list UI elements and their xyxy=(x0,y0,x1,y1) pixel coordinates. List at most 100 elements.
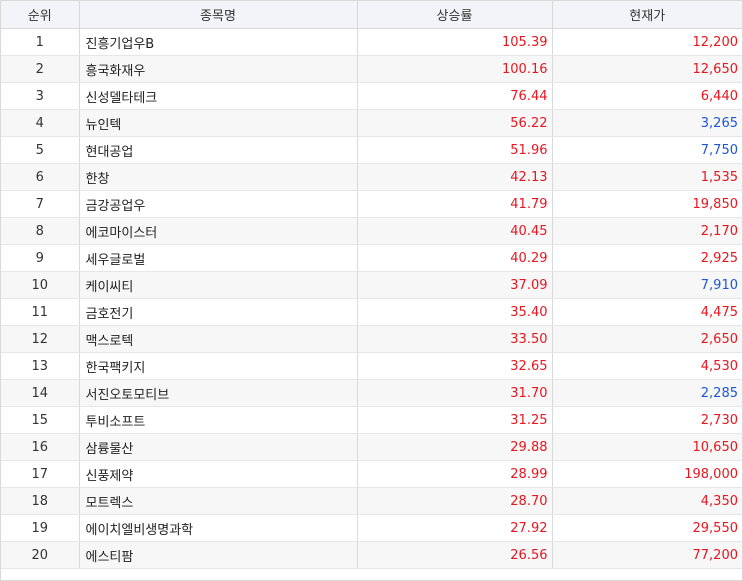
rank-cell: 17 xyxy=(1,460,80,488)
table-row[interactable]: 16 삼륭물산 29.88 10,650 xyxy=(1,433,742,461)
stock-ranking-table: 순위 종목명 상승률 현재가 1 진흥기업우B 105.39 12,200 2 흥국화재우… xyxy=(1,1,742,569)
rank-cell: 13 xyxy=(1,352,80,380)
stock-name-cell[interactable]: 에코마이스터 xyxy=(79,217,358,245)
stock-name-cell[interactable]: 한국팩키지 xyxy=(79,352,358,380)
current-price-cell: 2,650 xyxy=(552,325,742,353)
table-header-row: 순위 종목명 상승률 현재가 xyxy=(1,1,742,29)
rank-cell: 4 xyxy=(1,109,80,137)
current-price-cell: 4,350 xyxy=(552,487,742,515)
stock-ranking-table-container: 순위 종목명 상승률 현재가 1 진흥기업우B 105.39 12,200 2 흥국화재우… xyxy=(0,0,743,581)
change-rate-cell: 40.29 xyxy=(357,244,553,272)
rank-cell: 11 xyxy=(1,298,80,326)
change-rate-cell: 35.40 xyxy=(357,298,553,326)
stock-name-cell[interactable]: 에이치엘비생명과학 xyxy=(79,514,358,542)
rank-cell: 12 xyxy=(1,325,80,353)
change-rate-cell: 32.65 xyxy=(357,352,553,380)
column-header-name[interactable]: 종목명 xyxy=(79,1,358,29)
stock-name-cell[interactable]: 뉴인텍 xyxy=(79,109,358,137)
stock-name-cell[interactable]: 모트렉스 xyxy=(79,487,358,515)
rank-cell: 15 xyxy=(1,406,80,434)
table-row[interactable]: 17 신풍제약 28.99 198,000 xyxy=(1,460,742,488)
change-rate-cell: 37.09 xyxy=(357,271,553,299)
stock-name-cell[interactable]: 신성델타테크 xyxy=(79,82,358,110)
rank-cell: 1 xyxy=(1,28,80,56)
stock-name-cell[interactable]: 투비소프트 xyxy=(79,406,358,434)
current-price-cell: 12,650 xyxy=(552,55,742,83)
table-row[interactable]: 20 에스티팜 26.56 77,200 xyxy=(1,541,742,569)
table-row[interactable]: 14 서진오토모티브 31.70 2,285 xyxy=(1,379,742,407)
rank-cell: 14 xyxy=(1,379,80,407)
rank-cell: 9 xyxy=(1,244,80,272)
stock-name-cell[interactable]: 케이씨티 xyxy=(79,271,358,299)
rank-cell: 18 xyxy=(1,487,80,515)
column-header-rate[interactable]: 상승률 xyxy=(357,1,553,29)
table-row[interactable]: 12 맥스로텍 33.50 2,650 xyxy=(1,325,742,353)
change-rate-cell: 51.96 xyxy=(357,136,553,164)
rank-cell: 7 xyxy=(1,190,80,218)
current-price-cell: 6,440 xyxy=(552,82,742,110)
table-row[interactable]: 8 에코마이스터 40.45 2,170 xyxy=(1,217,742,245)
column-header-rank[interactable]: 순위 xyxy=(1,1,80,29)
table-row[interactable]: 1 진흥기업우B 105.39 12,200 xyxy=(1,28,742,56)
change-rate-cell: 40.45 xyxy=(357,217,553,245)
current-price-cell: 198,000 xyxy=(552,460,742,488)
stock-name-cell[interactable]: 삼륭물산 xyxy=(79,433,358,461)
table-row[interactable]: 2 흥국화재우 100.16 12,650 xyxy=(1,55,742,83)
change-rate-cell: 56.22 xyxy=(357,109,553,137)
current-price-cell: 2,285 xyxy=(552,379,742,407)
change-rate-cell: 76.44 xyxy=(357,82,553,110)
rank-cell: 5 xyxy=(1,136,80,164)
change-rate-cell: 105.39 xyxy=(357,28,553,56)
table-row[interactable]: 7 금강공업우 41.79 19,850 xyxy=(1,190,742,218)
stock-name-cell[interactable]: 금강공업우 xyxy=(79,190,358,218)
stock-name-cell[interactable]: 맥스로텍 xyxy=(79,325,358,353)
current-price-cell: 7,910 xyxy=(552,271,742,299)
table-row[interactable]: 15 투비소프트 31.25 2,730 xyxy=(1,406,742,434)
change-rate-cell: 29.88 xyxy=(357,433,553,461)
current-price-cell: 4,475 xyxy=(552,298,742,326)
current-price-cell: 3,265 xyxy=(552,109,742,137)
table-row[interactable]: 11 금호전기 35.40 4,475 xyxy=(1,298,742,326)
table-row[interactable]: 4 뉴인텍 56.22 3,265 xyxy=(1,109,742,137)
current-price-cell: 2,170 xyxy=(552,217,742,245)
table-row[interactable]: 18 모트렉스 28.70 4,350 xyxy=(1,487,742,515)
change-rate-cell: 28.70 xyxy=(357,487,553,515)
table-row[interactable]: 6 한창 42.13 1,535 xyxy=(1,163,742,191)
change-rate-cell: 100.16 xyxy=(357,55,553,83)
stock-name-cell[interactable]: 신풍제약 xyxy=(79,460,358,488)
stock-name-cell[interactable]: 에스티팜 xyxy=(79,541,358,569)
rank-cell: 19 xyxy=(1,514,80,542)
rank-cell: 6 xyxy=(1,163,80,191)
change-rate-cell: 26.56 xyxy=(357,541,553,569)
table-row[interactable]: 3 신성델타테크 76.44 6,440 xyxy=(1,82,742,110)
stock-name-cell[interactable]: 세우글로벌 xyxy=(79,244,358,272)
table-row[interactable]: 5 현대공업 51.96 7,750 xyxy=(1,136,742,164)
current-price-cell: 29,550 xyxy=(552,514,742,542)
stock-name-cell[interactable]: 서진오토모티브 xyxy=(79,379,358,407)
current-price-cell: 4,530 xyxy=(552,352,742,380)
table-row[interactable]: 19 에이치엘비생명과학 27.92 29,550 xyxy=(1,514,742,542)
change-rate-cell: 31.70 xyxy=(357,379,553,407)
current-price-cell: 2,730 xyxy=(552,406,742,434)
rank-cell: 20 xyxy=(1,541,80,569)
current-price-cell: 7,750 xyxy=(552,136,742,164)
table-row[interactable]: 9 세우글로벌 40.29 2,925 xyxy=(1,244,742,272)
current-price-cell: 10,650 xyxy=(552,433,742,461)
rank-cell: 16 xyxy=(1,433,80,461)
change-rate-cell: 27.92 xyxy=(357,514,553,542)
stock-name-cell[interactable]: 현대공업 xyxy=(79,136,358,164)
rank-cell: 3 xyxy=(1,82,80,110)
change-rate-cell: 41.79 xyxy=(357,190,553,218)
stock-name-cell[interactable]: 흥국화재우 xyxy=(79,55,358,83)
change-rate-cell: 31.25 xyxy=(357,406,553,434)
change-rate-cell: 42.13 xyxy=(357,163,553,191)
current-price-cell: 1,535 xyxy=(552,163,742,191)
change-rate-cell: 33.50 xyxy=(357,325,553,353)
stock-name-cell[interactable]: 한창 xyxy=(79,163,358,191)
table-row[interactable]: 10 케이씨티 37.09 7,910 xyxy=(1,271,742,299)
stock-name-cell[interactable]: 금호전기 xyxy=(79,298,358,326)
current-price-cell: 19,850 xyxy=(552,190,742,218)
stock-name-cell[interactable]: 진흥기업우B xyxy=(79,28,358,56)
table-row[interactable]: 13 한국팩키지 32.65 4,530 xyxy=(1,352,742,380)
column-header-price[interactable]: 현재가 xyxy=(552,1,742,29)
